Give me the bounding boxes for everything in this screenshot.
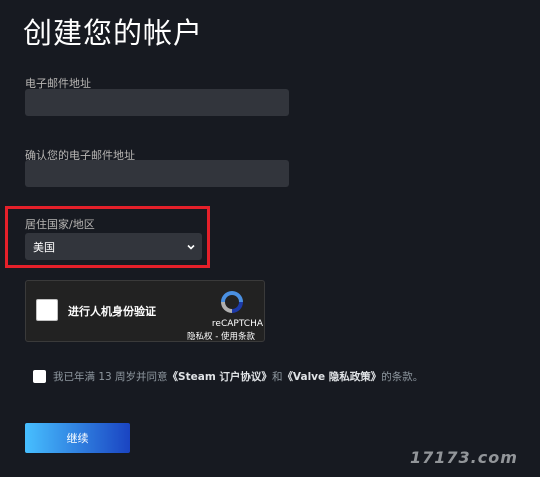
continue-button[interactable]: 继续 xyxy=(25,423,130,453)
steam-subscriber-agreement-link[interactable]: 《Steam 订户协议》 xyxy=(168,369,272,384)
recaptcha-logo-icon xyxy=(221,291,243,313)
country-selected-value: 美国 xyxy=(33,240,55,254)
recaptcha-brand: reCAPTCHA xyxy=(211,319,263,329)
page-title: 创建您的帐户 xyxy=(23,16,204,50)
country-select[interactable]: 美国 xyxy=(25,233,202,260)
valve-privacy-policy-link[interactable]: 《Valve 隐私政策》 xyxy=(282,369,381,384)
confirm-email-field[interactable] xyxy=(25,160,289,187)
watermark-text: 17173.com xyxy=(410,448,518,467)
recaptcha-privacy-terms-links[interactable]: 隐私权 - 使用条款 xyxy=(187,330,255,342)
email-field[interactable] xyxy=(25,89,289,116)
recaptcha-checkbox[interactable] xyxy=(36,299,58,321)
agreement-suffix: 的条款。 xyxy=(381,371,424,383)
chevron-down-icon xyxy=(187,244,195,250)
agreement-prefix: 我已年满 13 周岁并同意 xyxy=(53,371,168,383)
recaptcha-label: 进行人机身份验证 xyxy=(68,305,156,318)
country-label: 居住国家/地区 xyxy=(25,218,95,231)
recaptcha-widget: 进行人机身份验证 reCAPTCHA 隐私权 - 使用条款 xyxy=(25,280,265,342)
agreement-middle: 和 xyxy=(271,371,283,383)
agreement-checkbox[interactable] xyxy=(33,370,46,383)
agreement-row: 我已年满 13 周岁并同意 《Steam 订户协议》 和 《Valve 隐私政策… xyxy=(33,369,423,384)
